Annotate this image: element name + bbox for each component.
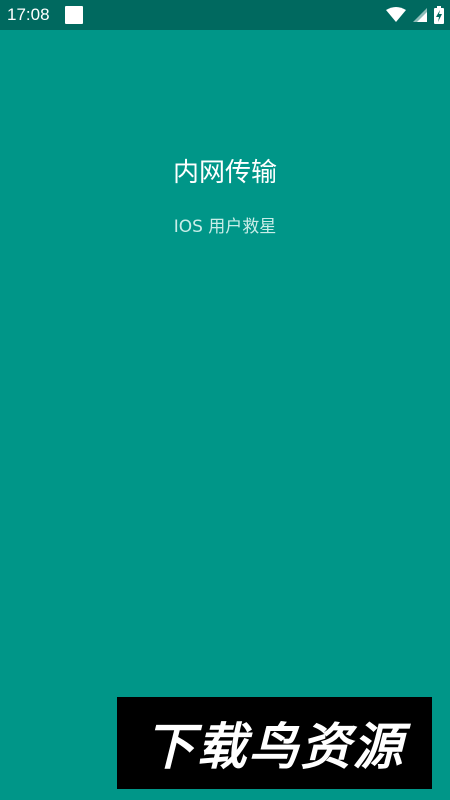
cell-signal-icon: [412, 7, 428, 23]
status-time: 17:08: [7, 5, 50, 24]
app-title: 内网传输: [172, 158, 277, 188]
app-subtitle: IOS 用户救星: [173, 217, 277, 237]
watermark-text: 下载鸟资源: [144, 718, 405, 776]
splash-screen: 17:08 内网传输 IOS 用户救星 下载鸟资源: [0, 0, 450, 800]
battery-charging-icon: [434, 6, 444, 24]
wifi-icon: [386, 7, 406, 23]
notification-icon: [65, 6, 83, 24]
watermark-logo: 下载鸟资源: [117, 697, 432, 789]
status-icons: [386, 5, 444, 25]
status-bar: 17:08: [0, 0, 450, 30]
